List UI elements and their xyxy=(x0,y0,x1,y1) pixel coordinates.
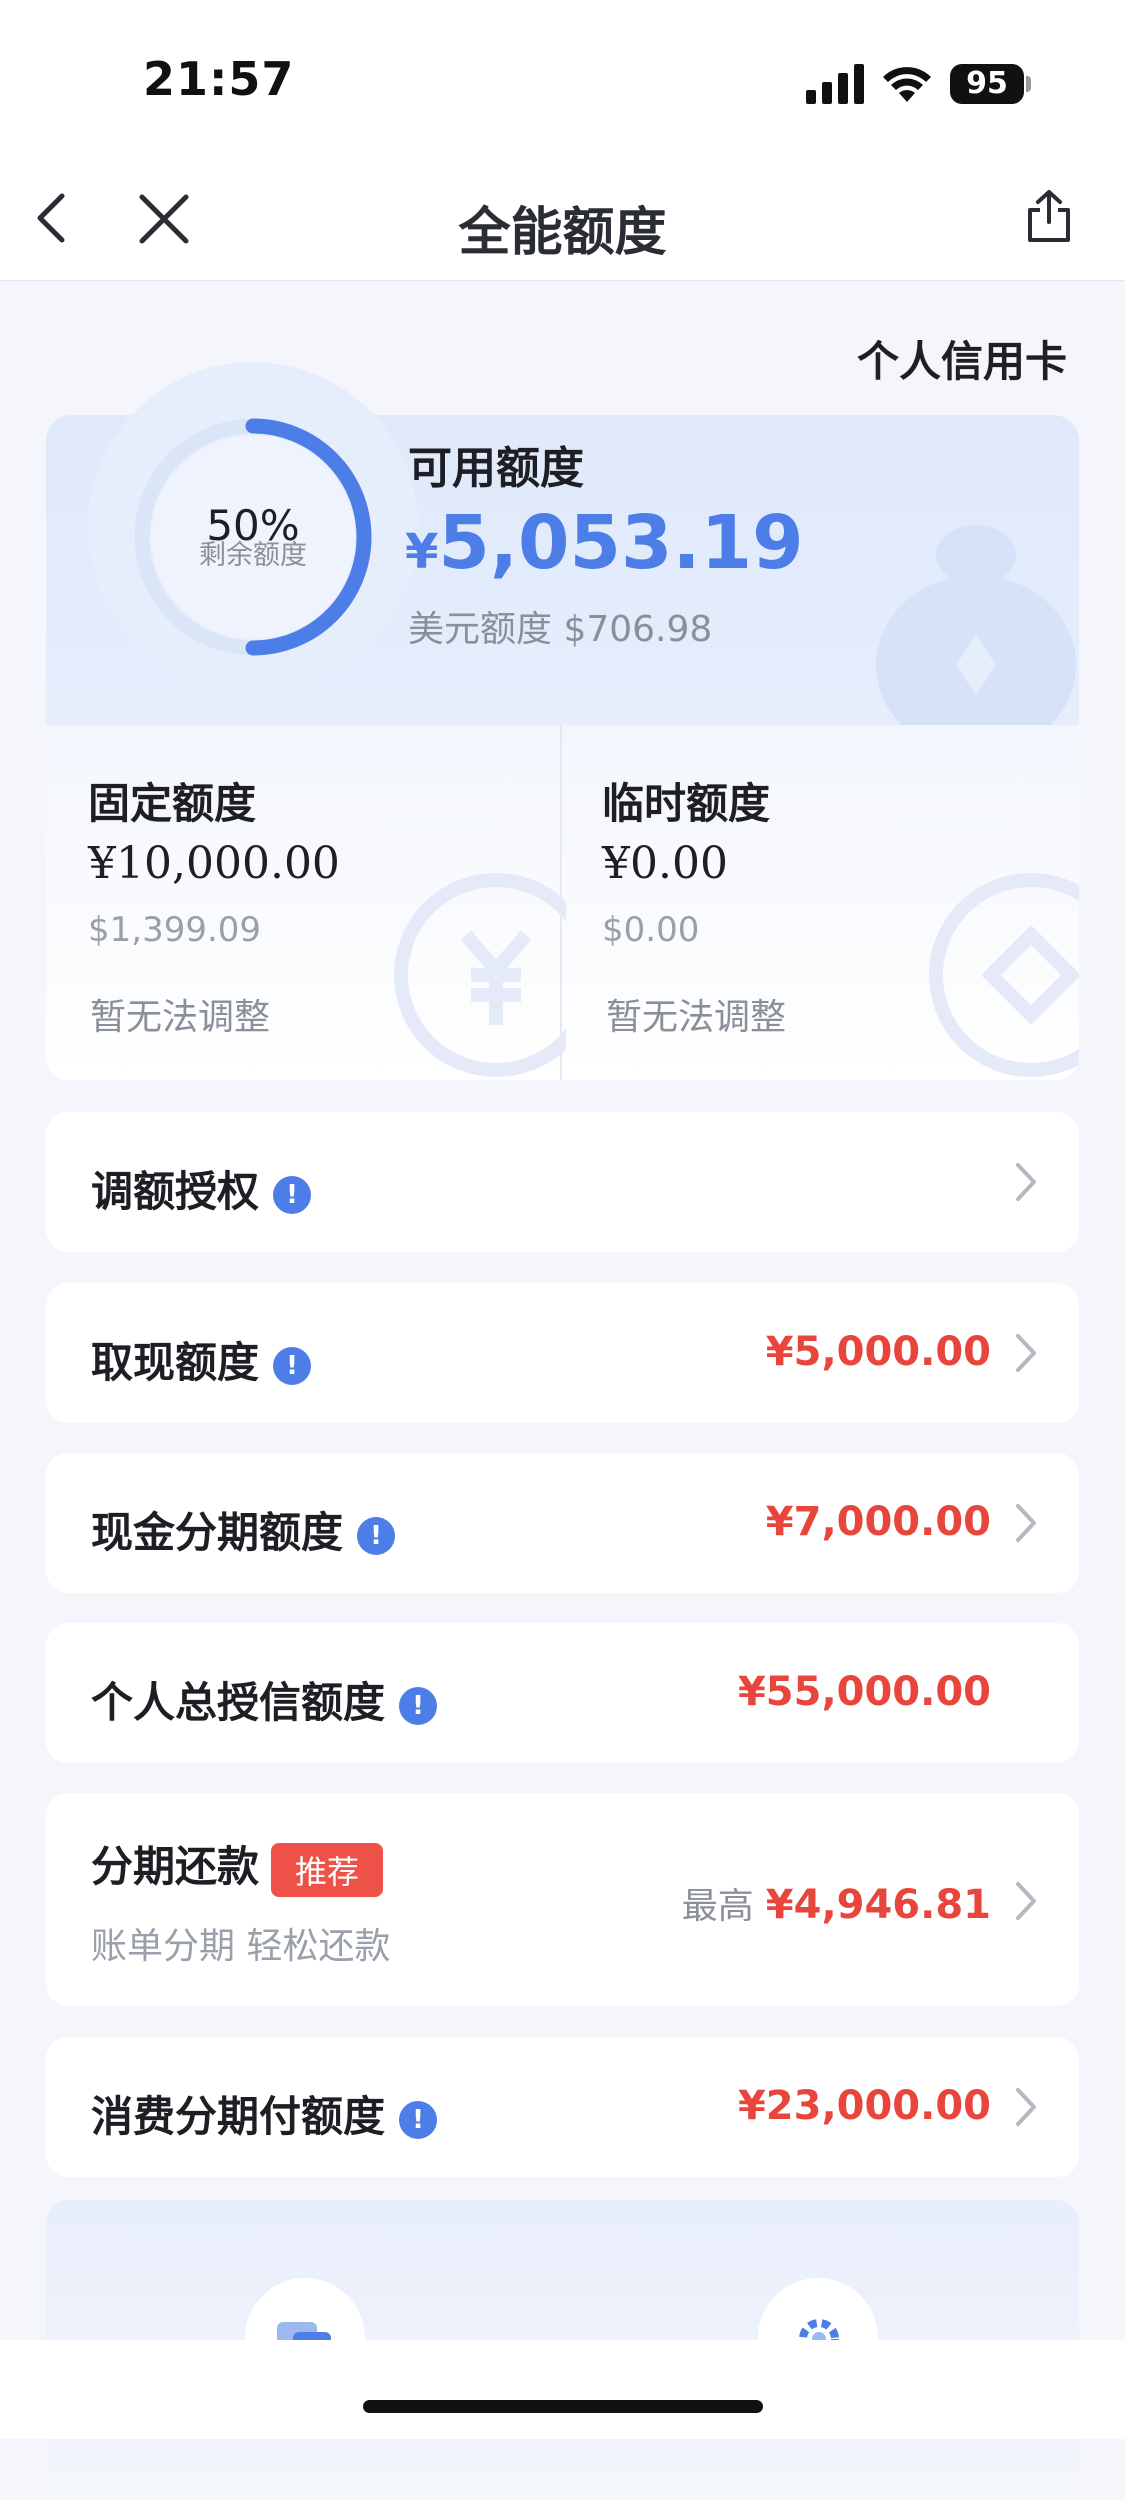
fixed-quota-usd: $1,399.09 xyxy=(88,910,262,950)
total-credit-value: ¥55,000.00 xyxy=(737,1669,991,1715)
total-credit-row: 个人总授信额度! ¥55,000.00 xyxy=(46,1623,1079,1763)
close-icon[interactable] xyxy=(138,193,190,245)
bottom-safe-area xyxy=(0,2340,1125,2439)
currency-symbol: ¥ xyxy=(405,524,439,580)
cash-withdraw-value: ¥5,000.00 xyxy=(765,1329,991,1375)
available-amount: ¥5,053.19 xyxy=(405,500,804,586)
installment-repay-value-group: 最高 ¥4,946.81 xyxy=(682,1877,991,1929)
battery-tip xyxy=(1026,76,1031,92)
consumer-installment-value: ¥23,000.00 xyxy=(737,2083,991,2129)
battery-indicator: 95 xyxy=(950,64,1024,104)
quota-divider xyxy=(560,725,562,1080)
consumer-installment-label: 消费分期付额度! xyxy=(91,2083,438,2144)
chevron-right-icon xyxy=(1016,2088,1036,2126)
cash-installment-label: 现金分期额度! xyxy=(91,1499,396,1560)
chevron-right-icon xyxy=(1016,1882,1036,1920)
chevron-right-icon xyxy=(1016,1334,1036,1372)
temp-quota-usd: $0.00 xyxy=(602,910,700,950)
fixed-quota-amount: ¥10,000.00 xyxy=(88,838,340,889)
temp-quota-amount: ¥0.00 xyxy=(602,838,728,889)
total-credit-label: 个人总授信额度! xyxy=(91,1669,438,1730)
diamond-coin-watermark-icon xyxy=(929,873,1079,1077)
temp-quota-note: 暂无法调整 xyxy=(606,997,787,1038)
money-bag-watermark-icon xyxy=(876,525,1076,725)
signal-icon xyxy=(806,64,864,104)
usd-credit: 美元额度 $706.98 xyxy=(408,609,713,650)
info-icon[interactable]: ! xyxy=(399,1686,438,1725)
home-indicator[interactable] xyxy=(363,2400,763,2413)
installment-repay-label: 分期还款 推荐 xyxy=(91,1833,384,1897)
info-icon[interactable]: ! xyxy=(273,1175,312,1214)
info-icon[interactable]: ! xyxy=(399,2100,438,2139)
cash-withdraw-label: 取现额度! xyxy=(91,1329,312,1390)
cash-installment-row[interactable]: 现金分期额度! ¥7,000.00 xyxy=(46,1453,1079,1593)
chevron-right-icon xyxy=(1016,1504,1036,1542)
fixed-quota-note: 暂无法调整 xyxy=(90,997,271,1038)
yuan-coin-watermark-icon xyxy=(394,873,566,1077)
wifi-icon xyxy=(883,67,931,102)
donut-caption: 剩余额度 xyxy=(199,540,307,571)
back-icon[interactable] xyxy=(30,190,74,246)
installment-repay-subtitle: 账单分期 轻松还款 xyxy=(91,1926,391,1967)
recommend-tag: 推荐 xyxy=(271,1842,384,1897)
cash-withdraw-row[interactable]: 取现额度! ¥5,000.00 xyxy=(46,1283,1079,1423)
consumer-installment-row[interactable]: 消费分期付额度! ¥23,000.00 xyxy=(46,2037,1079,2177)
temp-quota-title: 临时额度 xyxy=(602,779,771,828)
card-type-label[interactable]: 个人信用卡 xyxy=(857,328,1067,389)
adjust-auth-row[interactable]: 调额授权! xyxy=(46,1112,1079,1252)
fixed-quota-title: 固定额度 xyxy=(88,779,257,828)
installment-repay-value: ¥4,946.81 xyxy=(765,1882,991,1928)
installment-repay-row[interactable]: 分期还款 推荐 账单分期 轻松还款 最高 ¥4,946.81 xyxy=(46,1793,1079,2006)
available-title: 可用额度 xyxy=(408,443,584,494)
max-label: 最高 xyxy=(681,1886,754,1927)
status-time: 21:57 xyxy=(143,52,295,106)
chevron-right-icon xyxy=(1016,1163,1036,1201)
adjust-auth-label: 调额授权! xyxy=(91,1158,312,1219)
available-amount-value: 5,053.19 xyxy=(438,500,804,586)
share-icon[interactable] xyxy=(1024,188,1074,244)
info-icon[interactable]: ! xyxy=(357,1516,396,1555)
info-icon[interactable]: ! xyxy=(273,1346,312,1385)
cash-installment-value: ¥7,000.00 xyxy=(765,1499,991,1545)
remaining-credit-donut: 50% 剩余额度 xyxy=(134,418,372,656)
